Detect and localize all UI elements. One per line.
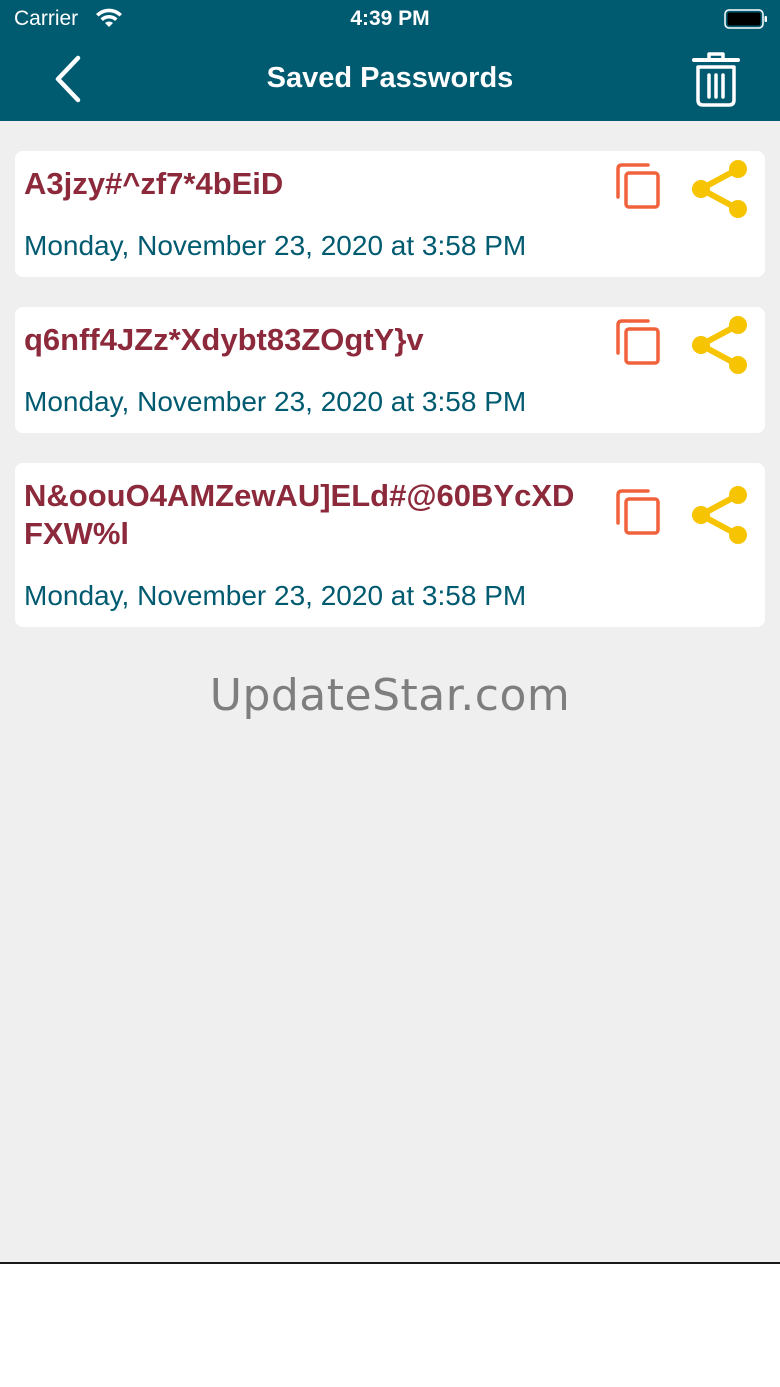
status-time: 4:39 PM bbox=[350, 7, 430, 30]
back-chevron-icon[interactable] bbox=[44, 52, 94, 106]
navigation-bar: Saved Passwords bbox=[0, 40, 780, 121]
copy-icon[interactable] bbox=[612, 317, 664, 369]
status-bar: Carrier 4:39 PM bbox=[0, 0, 780, 40]
share-icon[interactable] bbox=[687, 315, 753, 375]
password-date: Monday, November 23, 2020 at 3:58 PM bbox=[24, 386, 527, 417]
share-icon[interactable] bbox=[687, 485, 753, 545]
password-card: A3jzy#^zf7*4bEiD Monday, November 23, 20… bbox=[15, 151, 765, 277]
page-title: Saved Passwords bbox=[266, 62, 514, 94]
copy-icon[interactable] bbox=[612, 161, 664, 213]
battery-icon bbox=[724, 9, 767, 29]
top-bar: Carrier 4:39 PM Saved Passwords bbox=[0, 0, 780, 121]
password-text: A3jzy#^zf7*4bEiD bbox=[24, 166, 284, 201]
password-date: Monday, November 23, 2020 at 3:58 PM bbox=[24, 230, 527, 261]
saved-passwords-list: A3jzy#^zf7*4bEiD Monday, November 23, 20… bbox=[15, 151, 765, 657]
trash-icon[interactable] bbox=[688, 50, 744, 108]
password-text: N&oouO4AMZewAU]ELd#@60BYcXDFXW%l bbox=[24, 478, 575, 551]
copy-icon[interactable] bbox=[612, 487, 664, 539]
password-text: q6nff4JZz*Xdybt83ZOgtY}v bbox=[24, 322, 424, 357]
share-icon[interactable] bbox=[687, 159, 753, 219]
password-date: Monday, November 23, 2020 at 3:58 PM bbox=[24, 580, 527, 611]
bottom-safe-area bbox=[0, 1262, 780, 1387]
watermark-text: UpdateStar.com bbox=[209, 670, 571, 721]
password-card: q6nff4JZz*Xdybt83ZOgtY}v Monday, Novembe… bbox=[15, 307, 765, 433]
password-card: N&oouO4AMZewAU]ELd#@60BYcXDFXW%l Monday,… bbox=[15, 463, 765, 627]
